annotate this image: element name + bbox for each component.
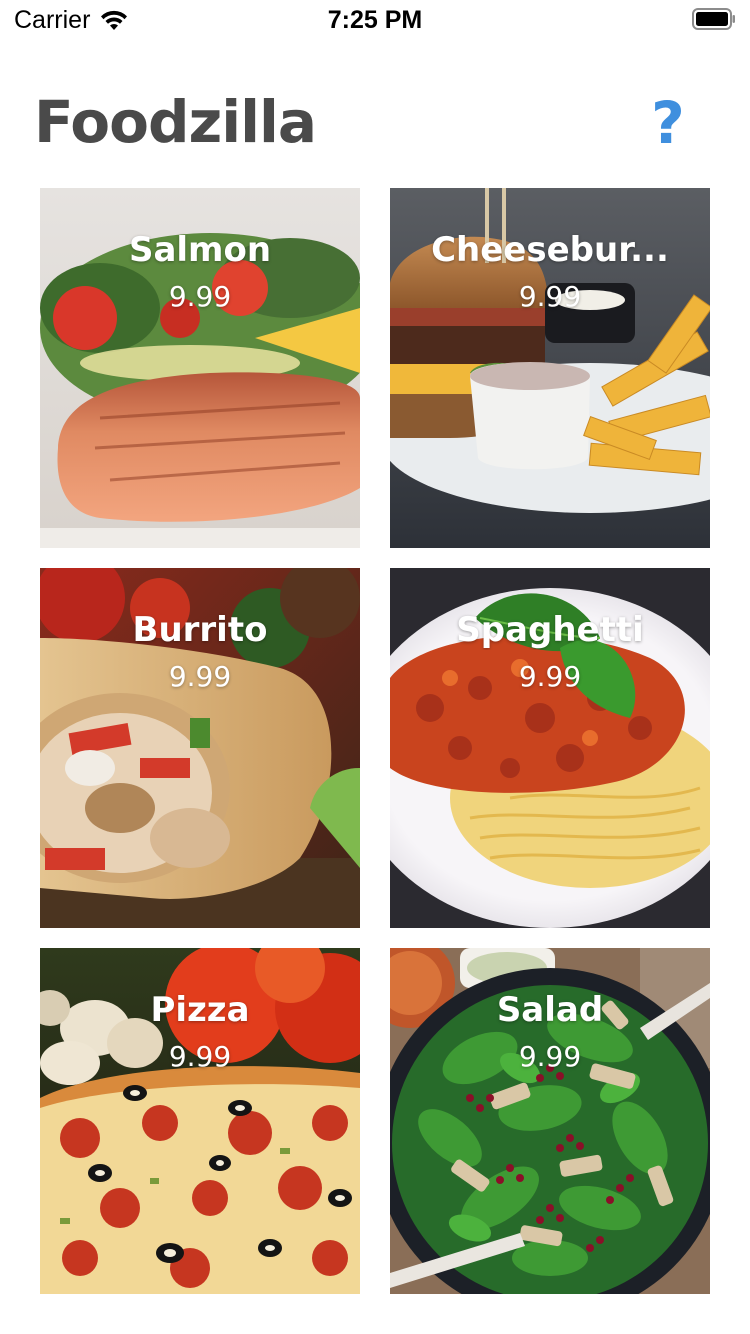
food-card-spaghetti[interactable]: Spaghetti 9.99 (390, 568, 710, 928)
food-card-salad[interactable]: Salad 9.99 (390, 948, 710, 1294)
food-name: Salad (496, 990, 604, 1030)
food-name: Burrito (132, 610, 268, 650)
food-name: Spaghetti (456, 610, 644, 650)
food-card-salmon[interactable]: Salmon 9.99 (40, 188, 360, 548)
food-card-cheeseburger[interactable]: Cheesebur... 9.99 (390, 188, 710, 548)
food-price: 9.99 (168, 660, 232, 693)
page-title: Foodzilla (34, 88, 317, 156)
food-price: 9.99 (168, 1040, 232, 1073)
food-name: Cheesebur... (431, 230, 669, 270)
food-card-pizza[interactable]: Pizza 9.99 (40, 948, 360, 1294)
food-price: 9.99 (168, 280, 232, 313)
battery-icon (692, 8, 735, 30)
status-bar: Carrier 7:25 PM (0, 0, 750, 40)
food-name: Salmon (128, 230, 272, 270)
food-price: 9.99 (518, 280, 582, 313)
food-card-burrito[interactable]: Burrito 9.99 (40, 568, 360, 928)
help-button[interactable]: ? (640, 90, 696, 156)
food-price: 9.99 (518, 660, 582, 693)
food-name: Pizza (150, 990, 250, 1030)
food-price: 9.99 (518, 1040, 582, 1073)
status-time: 7:25 PM (327, 6, 423, 34)
